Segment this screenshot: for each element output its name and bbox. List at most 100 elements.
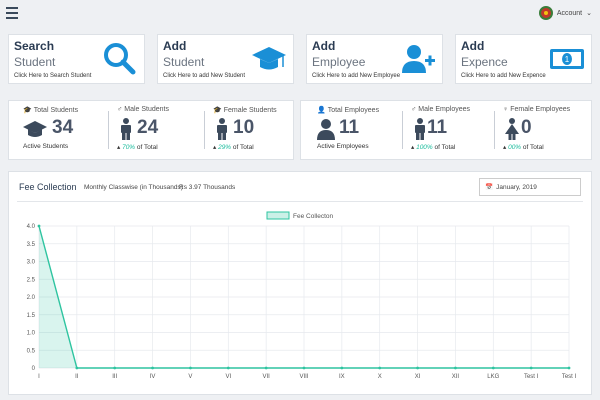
- card-subtitle: Student: [163, 55, 205, 69]
- add-student-card[interactable]: Add Student Click Here to add New Studen…: [157, 34, 294, 84]
- card-subtitle: Employee: [312, 55, 366, 69]
- x-tick-label: V: [188, 374, 192, 380]
- chevron-down-icon: ⌄: [586, 10, 592, 17]
- x-tick-label: II: [75, 374, 79, 380]
- divider: [402, 111, 403, 149]
- month-picker-value: January, 2019: [496, 183, 537, 191]
- graduation-cap-icon: 🎓: [23, 107, 32, 114]
- card-description: Click Here to add New Employee: [312, 73, 401, 79]
- data-point: [113, 366, 117, 370]
- data-point: [567, 366, 571, 370]
- data-point: [189, 366, 192, 370]
- stat-male-employees: ♂ Male Employees 11 ▴ 100% of Total: [409, 101, 497, 159]
- month-picker[interactable]: 📅 January, 2019: [479, 178, 581, 196]
- card-description: Click Here to Search Student: [14, 73, 92, 79]
- search-student-card[interactable]: Search Student Click Here to Search Stud…: [8, 34, 145, 84]
- stat-value: 0: [521, 117, 532, 138]
- account-label: Account: [556, 9, 583, 17]
- stat-female-employees: ♀ Female Employees 0 ▴ 00% of Total: [501, 101, 591, 159]
- stat-sub: Active Students: [23, 143, 69, 150]
- x-tick-label: Test I: [524, 374, 539, 380]
- divider: [204, 111, 205, 149]
- female-icon: ♀: [503, 106, 509, 113]
- card-title: Add: [163, 39, 187, 53]
- caret-up-icon: ▴: [503, 144, 507, 151]
- x-tick-label: I: [38, 374, 40, 380]
- y-tick-label: 1.0: [27, 331, 36, 337]
- stat-label: Male Students: [124, 106, 169, 113]
- x-tick-label: VIII: [299, 374, 308, 380]
- x-tick-label: LKG: [487, 374, 499, 380]
- stat-total-students: 🎓 Total Students 34 Active Students: [21, 101, 109, 159]
- data-point: [302, 366, 306, 370]
- stat-percent: 70%: [122, 144, 136, 151]
- employee-stats-panel: 👤 Total Employees 11 Active Employees ♂ Ma…: [300, 100, 592, 160]
- stat-label: Female Employees: [510, 106, 571, 113]
- legend-label: Fee Collecton: [293, 213, 333, 220]
- stat-sub: of Total: [522, 144, 544, 151]
- data-point: [491, 366, 495, 370]
- data-point: [454, 366, 457, 370]
- stat-label: Total Students: [33, 106, 79, 114]
- caret-up-icon: ▴: [213, 144, 217, 151]
- fee-collection-panel: Fee Collection Monthly Classwise (in Tho…: [8, 171, 592, 395]
- panel-title: Fee Collection: [19, 182, 77, 192]
- user-icon: 👤: [317, 107, 326, 114]
- x-tick-label: XI: [415, 374, 421, 380]
- y-tick-label: 3.5: [27, 242, 36, 248]
- stat-value: 24: [137, 117, 159, 138]
- panel-summary: Rs 3.97 Thousands: [179, 184, 236, 191]
- caret-up-icon: ▴: [411, 144, 415, 151]
- fee-collection-chart: 4.03.53.02.52.01.51.00.50I II III IV V VI VII V…: [27, 211, 576, 380]
- account-menu[interactable]: Account ⌄: [538, 5, 592, 21]
- x-tick-label: IV: [150, 374, 156, 380]
- add-employee-card[interactable]: Add Employee Click Here to add New Emplo…: [306, 34, 443, 84]
- card-subtitle: Expence: [461, 55, 508, 69]
- card-description: Click Here to add New Expence: [461, 73, 546, 79]
- x-tick-label: VI: [225, 374, 231, 380]
- x-tick-label: VII: [262, 374, 270, 380]
- data-point: [340, 366, 344, 370]
- add-expence-card[interactable]: Add Expence Click Here to add New Expenc…: [455, 34, 592, 84]
- stat-value: 10: [233, 117, 255, 138]
- stat-sub: Active Employees: [317, 143, 369, 150]
- search-icon: [104, 43, 136, 75]
- y-tick-label: 0: [32, 366, 36, 372]
- x-tick-label: XII: [452, 374, 460, 380]
- stat-value: 11: [427, 117, 448, 138]
- legend-swatch: [266, 211, 290, 220]
- stat-male-students: ♂ Male Students 24 ▴ 70% of Total: [115, 101, 203, 159]
- top-bar: Account ⌄: [0, 0, 600, 26]
- stat-value: 11: [339, 117, 360, 138]
- x-tick-label: III: [112, 374, 117, 380]
- data-point: [529, 366, 533, 370]
- y-tick-label: 2.0: [27, 295, 36, 301]
- stat-label: Female Students: [223, 106, 277, 114]
- data-point: [378, 366, 382, 370]
- data-point: [226, 366, 230, 370]
- stat-total-employees: 👤 Total Employees 11 Active Employees: [315, 101, 405, 159]
- graduation-cap-icon: [23, 121, 47, 137]
- stat-sub: of Total: [434, 144, 456, 151]
- avatar: [538, 6, 553, 20]
- graduation-cap-icon: 🎓: [213, 107, 222, 114]
- hamburger-icon[interactable]: [6, 7, 18, 19]
- data-point: [264, 366, 268, 370]
- y-tick-label: 2.5: [27, 277, 36, 283]
- data-point: [416, 366, 419, 370]
- stat-sub: of Total: [232, 144, 254, 151]
- x-tick-label: X: [378, 374, 382, 380]
- stat-percent: 29%: [218, 144, 232, 151]
- y-tick-label: 3.0: [27, 260, 36, 266]
- data-point: [37, 224, 41, 228]
- calendar-icon: 📅: [485, 184, 494, 191]
- divider: [108, 111, 109, 149]
- card-title: Add: [312, 39, 336, 53]
- y-tick-label: 4.0: [27, 224, 36, 230]
- stat-percent: 00%: [508, 144, 522, 151]
- student-stats-panel: 🎓 Total Students 34 Active Students ♂ Male…: [8, 100, 294, 160]
- add-user-icon: [402, 45, 435, 73]
- card-title: Search: [14, 39, 55, 53]
- y-tick-label: 0.5: [27, 348, 36, 354]
- male-icon: ♂: [411, 106, 417, 113]
